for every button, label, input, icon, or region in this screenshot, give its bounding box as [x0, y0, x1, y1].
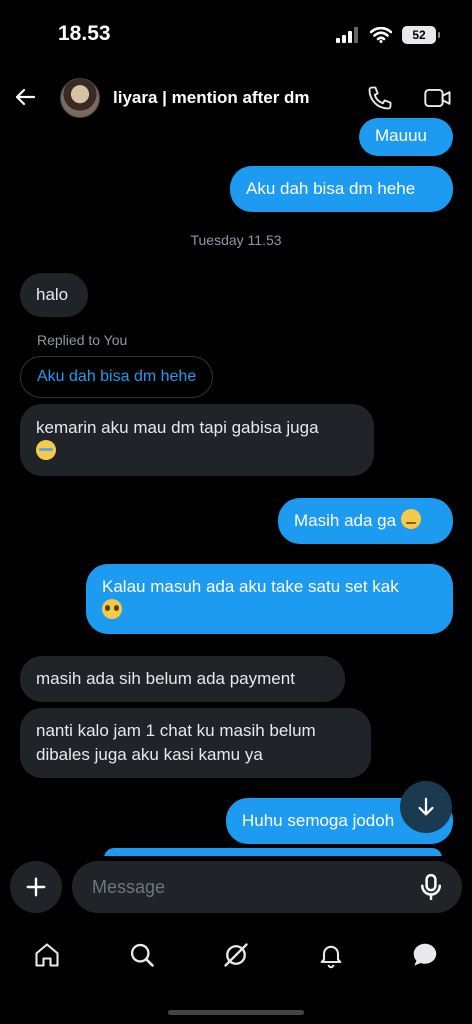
home-icon — [35, 943, 59, 967]
message-text: masih ada sih belum ada payment — [36, 669, 295, 688]
status-bar: 18.53 52 — [0, 0, 472, 70]
call-button[interactable] — [366, 84, 394, 112]
search-icon — [130, 943, 154, 967]
message-text: Masih ada ga — [294, 511, 397, 530]
contact-name[interactable]: liyara | mention after dm — [113, 88, 310, 108]
message-outgoing[interactable]: Aku dah bisa dm hehe — [230, 166, 453, 212]
message-text: Huhu semoga jodoh — [242, 811, 395, 830]
message-outgoing[interactable]: Kalau masuh ada aku take satu set kak — [86, 564, 453, 634]
message-text: halo — [36, 285, 69, 304]
signal-icon — [336, 27, 358, 43]
nav-grok[interactable] — [219, 938, 253, 972]
message-timestamp: Tuesday 11.53 — [190, 232, 282, 248]
message-text: Mauuu — [375, 126, 427, 145]
wifi-icon — [370, 27, 392, 43]
quoted-message[interactable]: Aku dah bisa dm hehe — [20, 356, 214, 398]
home-indicator — [168, 1010, 304, 1015]
quoted-message-text: Aku dah bisa dm hehe — [37, 368, 197, 385]
battery-indicator: 52 — [402, 26, 440, 44]
arrow-down-icon — [418, 797, 434, 816]
pensive-face-icon — [400, 509, 421, 529]
microphone-icon — [421, 873, 441, 901]
message-incoming[interactable]: masih ada sih belum ada payment — [20, 656, 345, 702]
message-incoming[interactable]: nanti kalo jam 1 chat ku masih belum dib… — [20, 708, 371, 778]
battery-level: 52 — [412, 28, 426, 42]
loudly-crying-face-icon — [36, 440, 56, 460]
contact-avatar[interactable] — [60, 78, 100, 118]
status-time: 18.53 — [58, 22, 111, 45]
message-incoming[interactable]: kemarin aku mau dm tapi gabisa juga — [20, 404, 374, 476]
video-camera-icon — [424, 88, 451, 108]
message-text: nanti kalo jam 1 chat ku masih belum dib… — [36, 721, 316, 764]
message-outgoing[interactable]: Masih ada ga — [278, 498, 453, 544]
nav-notifications[interactable] — [314, 938, 348, 972]
grok-icon — [224, 943, 248, 967]
message-text: kemarin aku mau dm tapi gabisa juga — [36, 418, 319, 437]
message-text: Kalau masuh ada aku take satu set kak — [102, 577, 399, 596]
message-incoming[interactable]: halo — [20, 273, 88, 317]
plus-icon — [26, 877, 46, 897]
messages-icon — [413, 943, 437, 966]
bottom-navigation — [0, 922, 472, 1024]
bell-icon — [320, 945, 342, 969]
replied-to-label: Replied to You — [37, 332, 128, 348]
video-call-button[interactable] — [423, 84, 453, 112]
message-text: Aku dah bisa dm hehe — [246, 179, 416, 198]
back-button[interactable] — [10, 82, 40, 112]
add-media-button[interactable] — [10, 861, 62, 913]
message-composer — [0, 856, 472, 922]
message-outgoing[interactable]: Mauuu — [359, 118, 453, 156]
phone-icon — [368, 86, 392, 110]
scroll-to-bottom-button[interactable] — [400, 781, 452, 833]
arrow-left-icon — [15, 88, 36, 106]
message-input[interactable] — [72, 861, 462, 913]
voice-message-button[interactable] — [416, 872, 446, 902]
nav-messages[interactable] — [408, 938, 442, 972]
nav-home[interactable] — [30, 938, 64, 972]
nav-search[interactable] — [125, 938, 159, 972]
pleading-face-icon — [102, 599, 122, 619]
status-icons: 52 — [336, 26, 440, 44]
